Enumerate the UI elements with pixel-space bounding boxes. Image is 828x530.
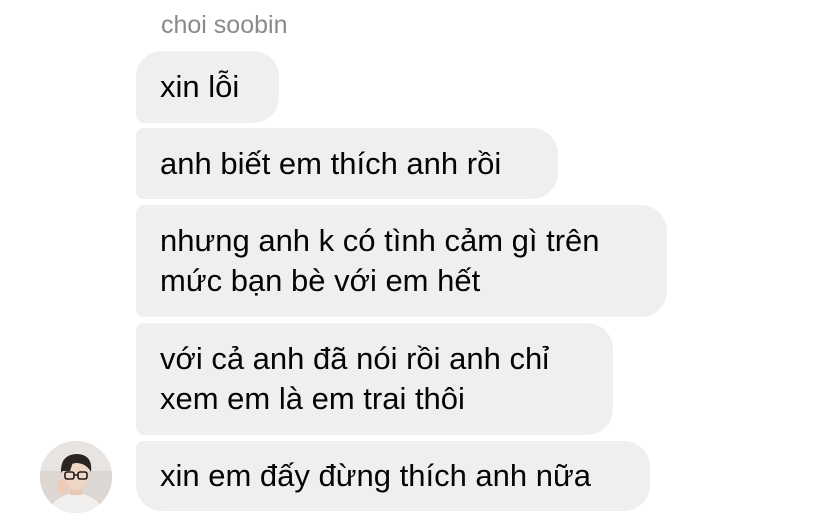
message-text: nhưng anh k có tình cảm gì trên mức bạn …	[160, 221, 600, 301]
message-line: nhưng anh k có tình cảm gì trên	[160, 223, 600, 258]
message-bubble[interactable]: anh biết em thích anh rồi	[136, 128, 558, 199]
message-line: anh biết em thích anh rồi	[160, 145, 502, 181]
avatar-image	[40, 441, 112, 513]
message-text: xin em đấy đừng thích anh nữa	[160, 456, 591, 496]
message-line: xin em đấy đừng thích anh nữa	[160, 458, 591, 493]
message-line: với cả anh đã nói rồi anh chỉ	[160, 341, 550, 376]
sender-name: choi soobin	[161, 11, 288, 39]
message-bubble[interactable]: xin em đấy đừng thích anh nữa	[136, 441, 650, 511]
message-line: mức bạn bè với em hết	[160, 263, 481, 298]
message-bubble[interactable]: xin lỗi	[136, 51, 279, 123]
message-bubble[interactable]: nhưng anh k có tình cảm gì trên mức bạn …	[136, 205, 667, 317]
message-line: xem em là em trai thôi	[160, 381, 465, 416]
message-line: xin lỗi	[160, 69, 240, 104]
sender-avatar[interactable]	[40, 441, 112, 513]
message-text: anh biết em thích anh rồi	[160, 144, 501, 184]
message-text: xin lỗi	[160, 67, 239, 107]
message-bubble[interactable]: với cả anh đã nói rồi anh chỉ xem em là …	[136, 323, 613, 435]
message-text: với cả anh đã nói rồi anh chỉ xem em là …	[160, 339, 549, 419]
